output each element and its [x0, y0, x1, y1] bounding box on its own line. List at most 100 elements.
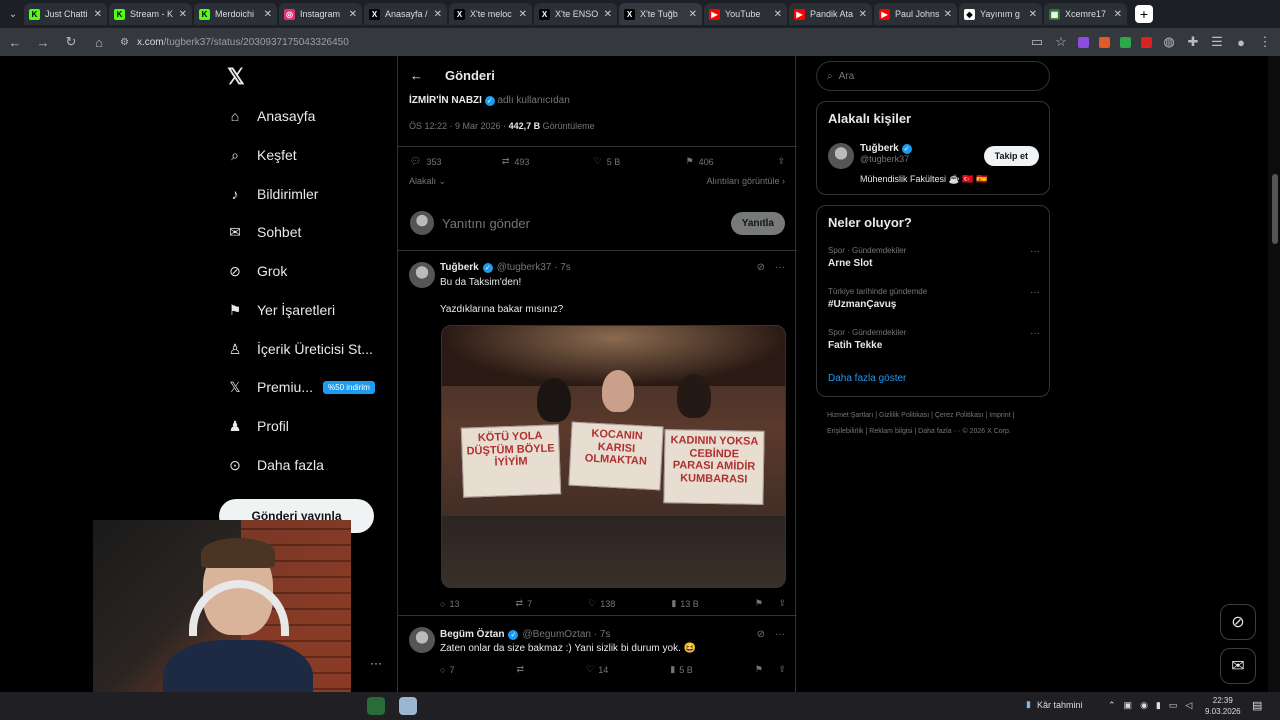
nav-item-9[interactable]: ♟ Profil — [227, 411, 289, 441]
notification-icon[interactable]: ▤ — [1252, 699, 1262, 712]
nav-item-8[interactable]: 𝕏 Premiu... %50 indirim — [227, 372, 375, 402]
avatar[interactable] — [828, 143, 854, 169]
author-handle[interactable]: @tugberk37 · 7s — [497, 262, 571, 273]
more-icon[interactable]: ··· — [1030, 287, 1040, 298]
more-icon[interactable]: ··· — [775, 629, 785, 640]
site-info-icon[interactable]: ⚙ — [120, 37, 129, 48]
tab-search-icon[interactable]: ⌄ — [4, 4, 22, 24]
weather-widget[interactable]: ▮ Kâr tahmini — [1026, 699, 1082, 710]
repost-action[interactable]: ⇄ — [517, 664, 525, 675]
tab-close-icon[interactable]: ✕ — [1029, 9, 1037, 20]
post-time[interactable]: ÖS 12:22 · 9 Mar 2026 · — [409, 121, 506, 131]
reading-list-icon[interactable]: ☰ — [1210, 34, 1224, 50]
nav-item-5[interactable]: ⊘ Grok — [227, 256, 287, 286]
tab-close-icon[interactable]: ✕ — [689, 9, 697, 20]
grok-icon[interactable]: ⊘ — [757, 629, 765, 640]
browser-tab[interactable]: ◎ Instagram ✕ — [279, 3, 362, 25]
nav-item-4[interactable]: ✉ Sohbet — [227, 217, 301, 247]
related-person[interactable]: Tuğberk ✓ @tugberk37 — [860, 143, 912, 164]
nav-item-3[interactable]: ♪ Bildirimler — [227, 179, 319, 209]
tab-close-icon[interactable]: ✕ — [179, 9, 187, 20]
share-stat[interactable]: ⇪ — [777, 156, 785, 167]
taskbar-app-icon[interactable] — [399, 697, 417, 715]
scrollbar[interactable] — [1268, 56, 1280, 692]
like-action[interactable]: ♡ 14 — [586, 664, 608, 675]
more-icon[interactable]: ··· — [1030, 328, 1040, 339]
volume-icon[interactable]: ◁ — [1185, 700, 1192, 711]
browser-tab[interactable]: X X'te Tuğb ✕ — [619, 3, 702, 25]
tab-close-icon[interactable]: ✕ — [1114, 9, 1122, 20]
reply-action[interactable]: ○ 7 — [440, 664, 454, 675]
browser-tab[interactable]: X X'te meloc ✕ — [449, 3, 532, 25]
star-icon[interactable]: ☆ — [1054, 34, 1068, 50]
search-input[interactable]: ⌕ Ara — [816, 61, 1050, 91]
nav-item-1[interactable]: ⌂ Anasayfa — [227, 101, 316, 131]
extension-icon[interactable] — [1078, 36, 1089, 48]
views-action[interactable]: ▮ 5 B — [670, 664, 692, 675]
follow-button[interactable]: Takip et — [983, 146, 1039, 166]
browser-tab[interactable]: ◆ Yayınım g ✕ — [959, 3, 1042, 25]
avatar[interactable] — [410, 211, 434, 235]
home-browser-icon[interactable]: ⌂ — [92, 35, 106, 50]
tab-close-icon[interactable]: ✕ — [859, 9, 867, 20]
more-icon[interactable]: ··· — [370, 656, 382, 670]
reply-button[interactable]: Yanıtla — [730, 211, 785, 235]
tray-icon[interactable]: ◉ — [1140, 700, 1148, 711]
tweet-photo[interactable]: KÖTÜ YOLA DÜŞTÜM BÖYLE İYİYİM KOCANIN KA… — [441, 325, 786, 588]
repost-stat[interactable]: ⇄ 493 — [502, 156, 594, 167]
extension-icon[interactable] — [1120, 36, 1131, 48]
tab-close-icon[interactable]: ✕ — [519, 9, 527, 20]
reload-icon[interactable]: ↻ — [64, 34, 78, 50]
scrollbar-thumb[interactable] — [1272, 174, 1278, 244]
browser-tab[interactable]: ▶ YouTube ✕ — [704, 3, 787, 25]
reply-tweet[interactable]: Begüm Öztan ✓ @BegumOztan · 7s ⊘ ··· Zat… — [398, 617, 797, 692]
bookmark-icon[interactable]: ⚑ — [755, 664, 763, 675]
url-field[interactable]: ⚙ x.com/tugberk37/status/203093717504332… — [120, 37, 1000, 48]
footer-links[interactable]: Hizmet Şartları | Gizlilik Politikası | … — [827, 408, 1047, 440]
views-action[interactable]: ▮ 13 B — [671, 598, 698, 609]
tab-close-icon[interactable]: ✕ — [94, 9, 102, 20]
tab-close-icon[interactable]: ✕ — [264, 9, 272, 20]
browser-tab[interactable]: K Merdoichi ✕ — [194, 3, 277, 25]
new-tab-button[interactable]: + — [1135, 5, 1153, 23]
grok-fab[interactable]: ⊘ — [1220, 604, 1256, 640]
more-icon[interactable]: ··· — [775, 262, 785, 273]
more-icon[interactable]: ··· — [1030, 246, 1040, 257]
back-icon[interactable]: ← — [8, 35, 22, 50]
browser-tab[interactable]: ▦ Xcemre17 ✕ — [1044, 3, 1127, 25]
bookmark-stat[interactable]: ⚑ 406 — [686, 156, 778, 167]
browser-tab[interactable]: X Anasayfa / ✕ — [364, 3, 447, 25]
tab-close-icon[interactable]: ✕ — [944, 9, 952, 20]
back-arrow-icon[interactable]: ← — [410, 68, 423, 83]
reply-stat[interactable]: 💬︎ 353 — [410, 156, 502, 167]
forward-icon[interactable]: → — [36, 35, 50, 50]
trend-item[interactable]: Spor · Gündemdekiler Fatih Tekke ··· — [828, 328, 1040, 351]
chevron-up-icon[interactable]: ⌃ — [1108, 700, 1116, 711]
reply-action[interactable]: ○ 13 — [440, 598, 459, 609]
bookmark-icon[interactable]: ⚑ — [755, 598, 763, 609]
author-handle[interactable]: @BegumOztan · 7s — [522, 629, 610, 640]
trend-item[interactable]: Türkiye tarihinde gündemde #UzmanÇavuş ··· — [828, 287, 1040, 310]
puzzle-icon[interactable]: ✚ — [1186, 34, 1200, 50]
view-quotes-link[interactable]: Alıntıları görüntüle › — [706, 176, 785, 187]
browser-tab[interactable]: X X'te ENSO ✕ — [534, 3, 617, 25]
tab-close-icon[interactable]: ✕ — [434, 9, 442, 20]
like-stat[interactable]: ♡ 5 B — [594, 156, 686, 167]
share-icon[interactable]: ⇪ — [778, 598, 786, 609]
tab-close-icon[interactable]: ✕ — [604, 9, 612, 20]
adblock-icon[interactable] — [1141, 36, 1152, 48]
share-icon[interactable]: ⇪ — [778, 664, 786, 675]
trend-item[interactable]: Spor · Gündemdekiler Arne Slot ··· — [828, 246, 1040, 269]
extension-icon[interactable]: ◍ — [1162, 34, 1176, 50]
tray-icon[interactable]: ▣ — [1124, 700, 1133, 711]
like-action[interactable]: ♡ 138 — [588, 598, 615, 609]
browser-menu-icon[interactable]: ⋮ — [1258, 34, 1272, 50]
nav-item-2[interactable]: ⌕ Keşfet — [227, 140, 297, 170]
avatar[interactable] — [409, 627, 435, 653]
profile-avatar[interactable]: ● — [1234, 35, 1248, 50]
show-more-link[interactable]: Daha fazla göster — [828, 373, 906, 384]
extension-icon[interactable] — [1099, 36, 1110, 48]
nav-item-10[interactable]: ⊙ Daha fazla — [227, 450, 324, 480]
mic-icon[interactable]: ▮ — [1156, 700, 1161, 711]
tab-close-icon[interactable]: ✕ — [349, 9, 357, 20]
